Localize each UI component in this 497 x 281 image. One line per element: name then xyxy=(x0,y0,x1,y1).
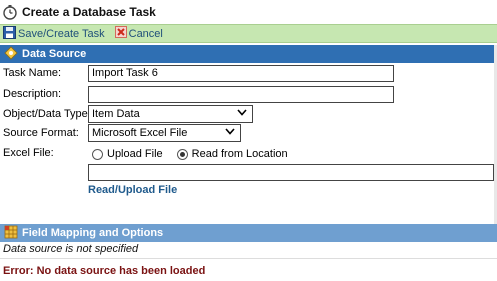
window-title: Create a Database Task xyxy=(22,5,156,19)
chevron-down-icon xyxy=(237,106,247,122)
object-type-row: Object/Data Type: Item Data xyxy=(0,105,497,123)
excel-source-radio-group: Upload File Read from Location xyxy=(92,148,302,160)
source-format-value: Microsoft Excel File xyxy=(92,127,188,139)
divider xyxy=(0,258,497,259)
task-name-input[interactable]: Import Task 6 xyxy=(88,64,394,82)
upload-file-radio[interactable] xyxy=(92,148,103,160)
description-row: Description: xyxy=(0,85,497,103)
data-source-header: Data Source xyxy=(0,45,497,63)
field-mapping-header: Field Mapping and Options xyxy=(0,224,497,242)
object-type-select[interactable]: Item Data xyxy=(88,105,253,123)
description-input[interactable] xyxy=(88,85,394,103)
error-message: Error: No data source has been loaded xyxy=(3,265,206,277)
data-source-status: Data source is not specified xyxy=(3,243,139,255)
object-type-label: Object/Data Type: xyxy=(3,108,91,120)
task-name-label: Task Name: xyxy=(3,67,62,79)
save-create-task-label: Save/Create Task xyxy=(18,27,105,40)
upload-file-label[interactable]: Upload File xyxy=(107,148,163,160)
database-gear-icon xyxy=(4,45,22,63)
save-create-task-button[interactable]: Save/Create Task xyxy=(3,25,105,42)
data-source-title: Data Source xyxy=(22,48,87,60)
source-format-label: Source Format: xyxy=(3,127,79,139)
floppy-disk-icon xyxy=(3,25,18,42)
excel-file-label: Excel File: xyxy=(3,147,54,159)
cancel-button[interactable]: Cancel xyxy=(114,26,163,41)
chevron-down-icon xyxy=(225,125,235,141)
grid-table-icon xyxy=(4,225,22,242)
red-x-icon xyxy=(114,26,129,41)
excel-file-row: Excel File: xyxy=(0,144,90,162)
read-from-location-radio[interactable] xyxy=(176,148,188,160)
source-format-select[interactable]: Microsoft Excel File xyxy=(88,124,241,142)
stopwatch-icon xyxy=(2,4,18,20)
toolbar: Save/Create Task Cancel xyxy=(0,24,497,43)
description-label: Description: xyxy=(3,88,62,100)
source-format-row: Source Format: Microsoft Excel File xyxy=(0,124,497,142)
task-name-row: Task Name: Import Task 6 xyxy=(0,64,497,82)
read-from-location-label[interactable]: Read from Location xyxy=(192,148,288,160)
file-location-input[interactable] xyxy=(88,164,494,181)
field-mapping-title: Field Mapping and Options xyxy=(22,227,164,239)
cancel-label: Cancel xyxy=(128,27,163,40)
window-titlebar: Create a Database Task xyxy=(0,0,497,24)
object-type-value: Item Data xyxy=(92,108,140,120)
read-upload-file-link[interactable]: Read/Upload File xyxy=(88,184,177,196)
